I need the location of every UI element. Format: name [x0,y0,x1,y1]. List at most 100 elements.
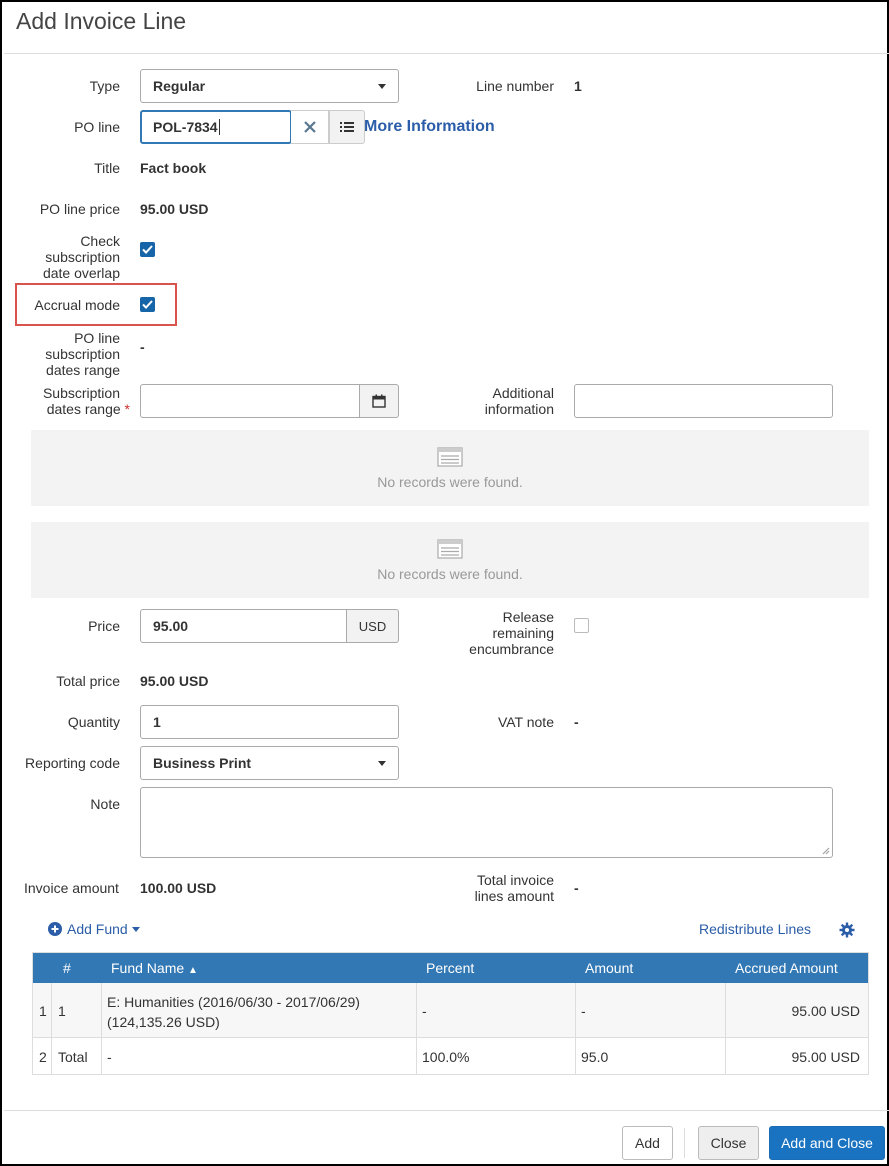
po-sub-range-label-line2: subscription [45,346,120,362]
release-encumbrance-label-line1: Release [502,609,554,625]
reporting-code-label: Reporting code [25,755,120,771]
invoice-amount-value: 100.00 USD [140,880,217,896]
add-and-close-button[interactable]: Add and Close [769,1126,885,1160]
check-overlap-label: Check subscription date overlap [16,233,120,281]
sub-dates-range-label-line2: dates range [46,401,121,417]
col-divider [725,983,726,1074]
po-line-price-label: PO line price [39,201,120,217]
fund-name-line1: E: Humanities (2016/06/30 - 2017/06/29) [107,994,360,1010]
col-divider [101,983,102,1074]
check-overlap-label-line2: subscription [45,249,120,265]
po-sub-range-value: - [140,339,145,355]
required-mark: * [124,401,130,417]
total-invoice-lines-label-line1: Total invoice [476,872,554,888]
add-fund-button[interactable]: Add Fund [48,921,140,937]
resize-handle-icon[interactable] [822,847,830,855]
more-information-link[interactable]: More Information [364,118,495,136]
col-fund-name-label: Fund Name [111,960,185,976]
price-label: Price [88,618,120,634]
empty-records-text-1: No records were found. [377,474,523,490]
empty-records-panel-2: No records were found. [31,522,869,598]
release-encumbrance-checkbox[interactable] [574,618,589,633]
quantity-label: Quantity [67,714,120,730]
additional-info-label-line2: information [484,401,554,417]
check-overlap-checkbox[interactable] [140,242,155,257]
sub-dates-range-label: Subscription dates range * [16,385,130,417]
col-fund-name-header[interactable]: Fund Name ▲ [111,960,198,976]
price-input[interactable]: 95.00 [140,609,348,643]
date-picker-button[interactable] [359,384,399,418]
list-picker-button[interactable] [329,110,365,144]
sort-asc-icon: ▲ [188,965,198,976]
row-accrued: 95.00 USD [791,1049,860,1065]
release-encumbrance-label-line3: encumbrance [469,641,554,657]
release-encumbrance-label-line2: remaining [492,625,554,641]
col-divider [416,983,417,1074]
note-textarea[interactable] [140,787,833,858]
plus-circle-icon [48,922,62,936]
row-index: 1 [39,1003,47,1019]
gear-icon [839,922,855,938]
row-num: Total [58,1049,88,1065]
check-overlap-label-line3: date overlap [42,265,120,281]
total-invoice-lines-label: Total invoice lines amount [432,872,554,904]
col-num-header: # [63,960,71,976]
type-label: Type [89,78,120,94]
po-line-label: PO line [74,119,120,135]
total-price-label: Total price [56,673,120,689]
additional-info-label: Additional information [442,385,554,417]
po-line-input[interactable]: POL-7834 [140,110,292,144]
quantity-input[interactable]: 1 [140,705,399,739]
col-divider [51,983,52,1074]
vat-note-label: VAT note [497,714,554,730]
vat-note-value: - [574,714,579,730]
dialog-frame: Add Invoice Line Type Regular Line numbe… [0,0,889,1166]
col-divider [575,983,576,1074]
po-sub-range-label-line3: dates range [46,362,120,378]
add-button[interactable]: Add [622,1126,673,1160]
row-amount: 95.0 [581,1049,609,1065]
empty-records-text-2: No records were found. [377,566,523,582]
chevron-down-icon [378,84,386,89]
clear-button[interactable] [291,110,329,144]
caret-down-icon [131,926,140,932]
checkmark-icon [142,245,153,254]
type-select[interactable]: Regular [140,69,399,103]
close-button[interactable]: Close [698,1126,759,1160]
accrual-mode-checkbox[interactable] [140,297,155,312]
empty-records-panel-1: No records were found. [31,430,869,506]
reporting-code-select[interactable]: Business Print [140,746,399,780]
sub-dates-range-input[interactable] [140,384,361,418]
table-row: 2 Total - 100.0% 95.0 95.00 USD [33,1038,868,1074]
reporting-code-value: Business Print [153,755,252,771]
row-num: 1 [58,1003,66,1019]
header-divider [4,53,889,54]
text-cursor [218,119,220,135]
po-line-value: POL-7834 [153,119,218,135]
total-price-value: 95.00 USD [140,673,209,689]
po-sub-range-label-line1: PO line [74,330,120,346]
additional-info-input[interactable] [574,384,833,418]
note-label: Note [90,796,120,812]
sub-dates-range-label-line1: Subscription [42,385,120,401]
row-index: 2 [39,1049,47,1065]
po-sub-range-label: PO line subscription dates range [16,330,120,378]
release-encumbrance-label: Release remaining encumbrance [432,609,554,657]
fund-name-link[interactable]: E: Humanities (2016/06/30 - 2017/06/29) … [107,992,360,1032]
checkmark-icon [142,300,153,309]
close-icon [303,121,316,133]
chevron-down-icon [378,761,386,766]
invoice-amount-label: Invoice amount [24,880,119,896]
total-invoice-lines-label-line2: lines amount [474,888,554,904]
calendar-icon [372,394,386,408]
check-overlap-label-line1: Check [80,233,120,249]
footer-divider [4,1110,889,1111]
dialog-title: Add Invoice Line [16,8,187,34]
title-label: Title [94,160,120,176]
settings-gear-button[interactable] [839,922,855,941]
line-number-value: 1 [574,78,582,94]
po-line-price-value: 95.00 USD [140,201,209,217]
redistribute-lines-link[interactable]: Redistribute Lines [699,921,811,937]
add-fund-label: Add Fund [67,921,128,937]
table-icon [437,447,463,470]
